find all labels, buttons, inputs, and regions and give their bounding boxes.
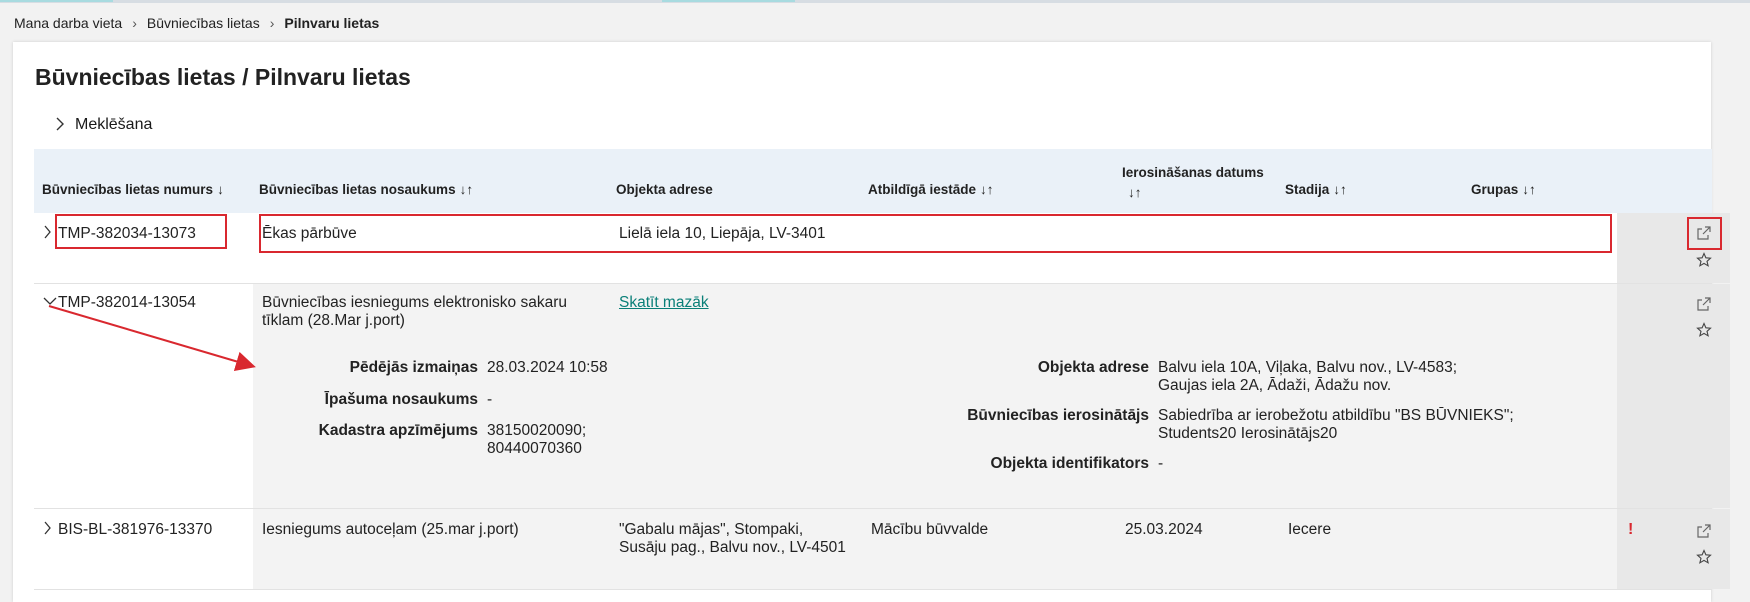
case-authority: Mācību būvvalde — [871, 521, 989, 538]
column-header-number[interactable]: Būvniecības lietas numurs ↓ — [42, 182, 224, 197]
table-row[interactable]: BIS-BL-381976-13370 Iesniegums autoceļam… — [34, 509, 1730, 590]
sort-icon: ↓↑ — [1128, 185, 1142, 200]
column-header-groups[interactable]: Grupas ↓↑ — [1471, 182, 1536, 197]
sort-icon: ↓↑ — [1333, 182, 1347, 197]
chevron-down-icon[interactable] — [43, 294, 57, 309]
column-header-stage[interactable]: Stadija ↓↑ — [1285, 182, 1347, 197]
detail-value-property: - — [487, 391, 493, 408]
top-stripe — [0, 0, 1750, 3]
alert-icon: ! — [1628, 521, 1634, 538]
column-header-name[interactable]: Būvniecības lietas nosaukums ↓↑ — [259, 182, 473, 197]
detail-value-object-id: - — [1158, 455, 1164, 472]
case-date: 25.03.2024 — [1125, 521, 1203, 538]
detail-label-property: Īpašuma nosaukums — [324, 391, 478, 408]
open-external-icon[interactable] — [1694, 521, 1714, 541]
detail-label-last-change: Pēdējās izmaiņas — [349, 359, 478, 376]
breadcrumb-item-construction-cases[interactable]: Būvniecības lietas — [147, 15, 260, 31]
table-row[interactable]: TMP-382034-13073 Ēkas pārbūve Lielā iela… — [34, 213, 1730, 284]
chevron-right-icon — [55, 117, 65, 134]
case-number[interactable]: BIS-BL-381976-13370 — [58, 521, 212, 539]
detail-value-last-change: 28.03.2024 10:58 — [487, 359, 608, 376]
sort-icon: ↓↑ — [1522, 182, 1536, 197]
detail-label-cadastre: Kadastra apzīmējums — [318, 422, 478, 439]
chevron-right-icon: › — [132, 15, 137, 31]
show-less-link[interactable]: Skatīt mazāk — [619, 294, 709, 312]
search-toggle[interactable]: Meklēšana — [55, 116, 152, 134]
star-icon[interactable] — [1694, 250, 1714, 270]
column-header-address: Objekta adrese — [616, 182, 713, 197]
chevron-right-icon[interactable] — [43, 225, 52, 242]
main-card: Būvniecības lietas / Pilnvaru lietas Mek… — [13, 42, 1730, 602]
case-number[interactable]: TMP-382014-13054 — [58, 294, 196, 312]
star-icon[interactable] — [1694, 320, 1714, 340]
breadcrumb-item-current: Pilnvaru lietas — [284, 15, 380, 31]
sort-icon: ↓↑ — [459, 182, 474, 197]
search-toggle-label: Meklēšana — [75, 116, 153, 133]
detail-label-object-id: Objekta identifikators — [990, 455, 1149, 472]
page-title: Būvniecības lietas / Pilnvaru lietas — [35, 64, 411, 90]
cases-table: Būvniecības lietas numurs ↓ Būvniecības l… — [34, 149, 1730, 590]
highlight-box — [55, 214, 227, 249]
chevron-right-icon: › — [269, 15, 275, 31]
breadcrumb: Mana darba vieta › Būvniecības lietas › … — [14, 15, 379, 31]
case-stage: Iecere — [1288, 521, 1332, 538]
detail-label-initiator: Būvniecības ierosinātājs — [967, 407, 1149, 424]
breadcrumb-item-workplace[interactable]: Mana darba vieta — [14, 15, 122, 31]
case-name: Iesniegums autoceļam (25.mar j.port) — [262, 521, 519, 538]
open-external-icon[interactable] — [1694, 223, 1714, 243]
column-header-authority[interactable]: Atbildīgā iestāde ↓↑ — [868, 182, 994, 197]
highlight-box — [259, 214, 1612, 253]
case-address: "Gabalu mājas", Stompaki, Susāju pag., B… — [619, 521, 846, 556]
chevron-right-icon[interactable] — [43, 521, 52, 538]
detail-value-initiator: Sabiedrība ar ierobežotu atbildību "BS B… — [1158, 407, 1514, 442]
sort-desc-icon: ↓ — [217, 182, 224, 197]
star-icon[interactable] — [1694, 547, 1714, 567]
detail-value-address: Balvu iela 10A, Viļaka, Balvu nov., LV-4… — [1158, 359, 1457, 394]
column-header-date[interactable]: Ierosināšanas datums ↓↑ — [1122, 163, 1264, 203]
detail-label-address: Objekta adrese — [1037, 359, 1149, 376]
table-row[interactable]: TMP-382014-13054 Būvniecības iesniegums … — [34, 284, 1730, 509]
detail-value-cadastre: 38150020090; 80440070360 — [487, 422, 587, 457]
sort-icon: ↓↑ — [980, 182, 994, 197]
table-header: Būvniecības lietas numurs ↓ Būvniecības l… — [34, 149, 1712, 213]
open-external-icon[interactable] — [1694, 294, 1714, 314]
case-name: Būvniecības iesniegums elektronisko saka… — [262, 294, 567, 329]
